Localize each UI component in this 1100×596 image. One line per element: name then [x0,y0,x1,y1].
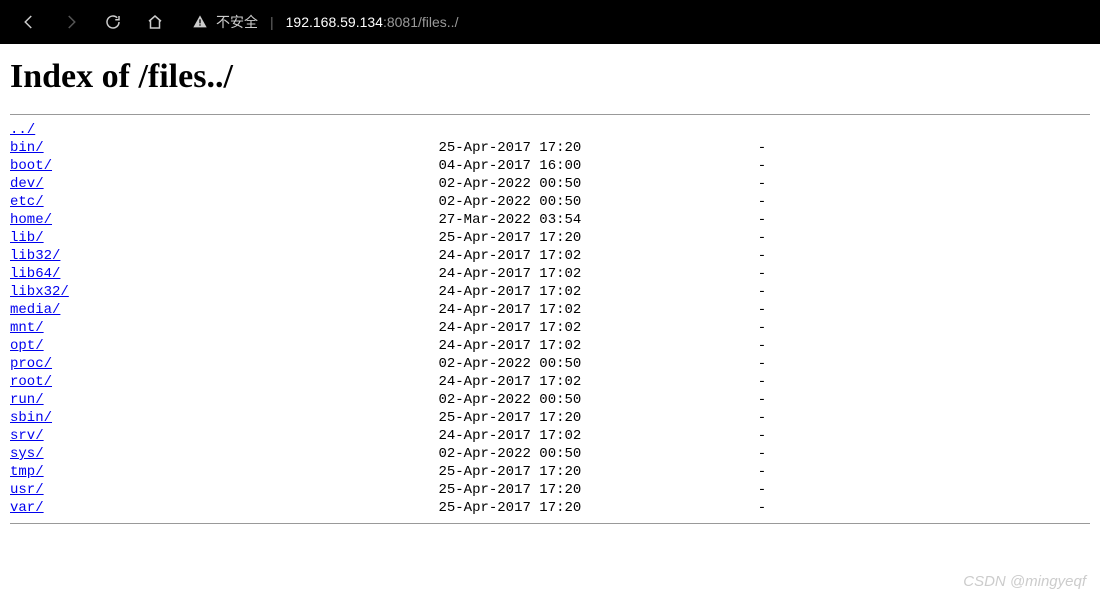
listing-row: lib32/ 24-Apr-2017 17:02 - [10,247,1090,265]
dir-link[interactable]: mnt/ [10,320,44,336]
reload-button[interactable] [96,5,130,39]
home-button[interactable] [138,5,172,39]
back-button[interactable] [12,5,46,39]
hr-top [10,114,1090,115]
dir-link[interactable]: var/ [10,500,44,516]
listing-row: root/ 24-Apr-2017 17:02 - [10,373,1090,391]
listing-row: etc/ 02-Apr-2022 00:50 - [10,193,1090,211]
dir-link[interactable]: lib64/ [10,266,60,282]
listing-row: home/ 27-Mar-2022 03:54 - [10,211,1090,229]
parent-dir-link[interactable]: ../ [10,122,35,138]
dir-link[interactable]: lib/ [10,230,44,246]
page-content: Index of /files../ ../bin/ 25-Apr-2017 1… [0,44,1100,542]
url-host: 192.168.59.134 [286,14,383,30]
listing-row: libx32/ 24-Apr-2017 17:02 - [10,283,1090,301]
listing-row: var/ 25-Apr-2017 17:20 - [10,499,1090,517]
dir-link[interactable]: sbin/ [10,410,52,426]
listing-row: opt/ 24-Apr-2017 17:02 - [10,337,1090,355]
listing-row: tmp/ 25-Apr-2017 17:20 - [10,463,1090,481]
url-text: 192.168.59.134:8081/files../ [286,14,459,30]
listing-row: lib/ 25-Apr-2017 17:20 - [10,229,1090,247]
hr-bottom [10,523,1090,524]
dir-link[interactable]: media/ [10,302,60,318]
directory-listing: ../bin/ 25-Apr-2017 17:20 -boot/ 04-Apr-… [10,121,1090,517]
listing-row: media/ 24-Apr-2017 17:02 - [10,301,1090,319]
listing-row: bin/ 25-Apr-2017 17:20 - [10,139,1090,157]
listing-row: mnt/ 24-Apr-2017 17:02 - [10,319,1090,337]
listing-row: sys/ 02-Apr-2022 00:50 - [10,445,1090,463]
dir-link[interactable]: opt/ [10,338,44,354]
dir-link[interactable]: sys/ [10,446,44,462]
divider: | [270,14,274,30]
dir-link[interactable]: libx32/ [10,284,69,300]
listing-row: srv/ 24-Apr-2017 17:02 - [10,427,1090,445]
listing-row: run/ 02-Apr-2022 00:50 - [10,391,1090,409]
dir-link[interactable]: boot/ [10,158,52,174]
forward-button[interactable] [54,5,88,39]
dir-link[interactable]: proc/ [10,356,52,372]
listing-row: sbin/ 25-Apr-2017 17:20 - [10,409,1090,427]
dir-link[interactable]: run/ [10,392,44,408]
dir-link[interactable]: root/ [10,374,52,390]
dir-link[interactable]: home/ [10,212,52,228]
page-title: Index of /files../ [10,58,1090,96]
warning-icon [192,14,208,30]
watermark: CSDN @mingyeqf [963,573,1086,590]
browser-toolbar: 不安全 | 192.168.59.134:8081/files../ [0,0,1100,44]
dir-link[interactable]: usr/ [10,482,44,498]
address-bar[interactable]: 不安全 | 192.168.59.134:8081/files../ [192,12,458,32]
dir-link[interactable]: tmp/ [10,464,44,480]
dir-link[interactable]: etc/ [10,194,44,210]
listing-row: lib64/ 24-Apr-2017 17:02 - [10,265,1090,283]
dir-link[interactable]: dev/ [10,176,44,192]
listing-row: boot/ 04-Apr-2017 16:00 - [10,157,1090,175]
dir-link[interactable]: srv/ [10,428,44,444]
listing-row: usr/ 25-Apr-2017 17:20 - [10,481,1090,499]
dir-link[interactable]: bin/ [10,140,44,156]
security-label: 不安全 [216,12,258,32]
listing-row: dev/ 02-Apr-2022 00:50 - [10,175,1090,193]
listing-row: proc/ 02-Apr-2022 00:50 - [10,355,1090,373]
url-path: :8081/files../ [383,14,459,30]
dir-link[interactable]: lib32/ [10,248,60,264]
